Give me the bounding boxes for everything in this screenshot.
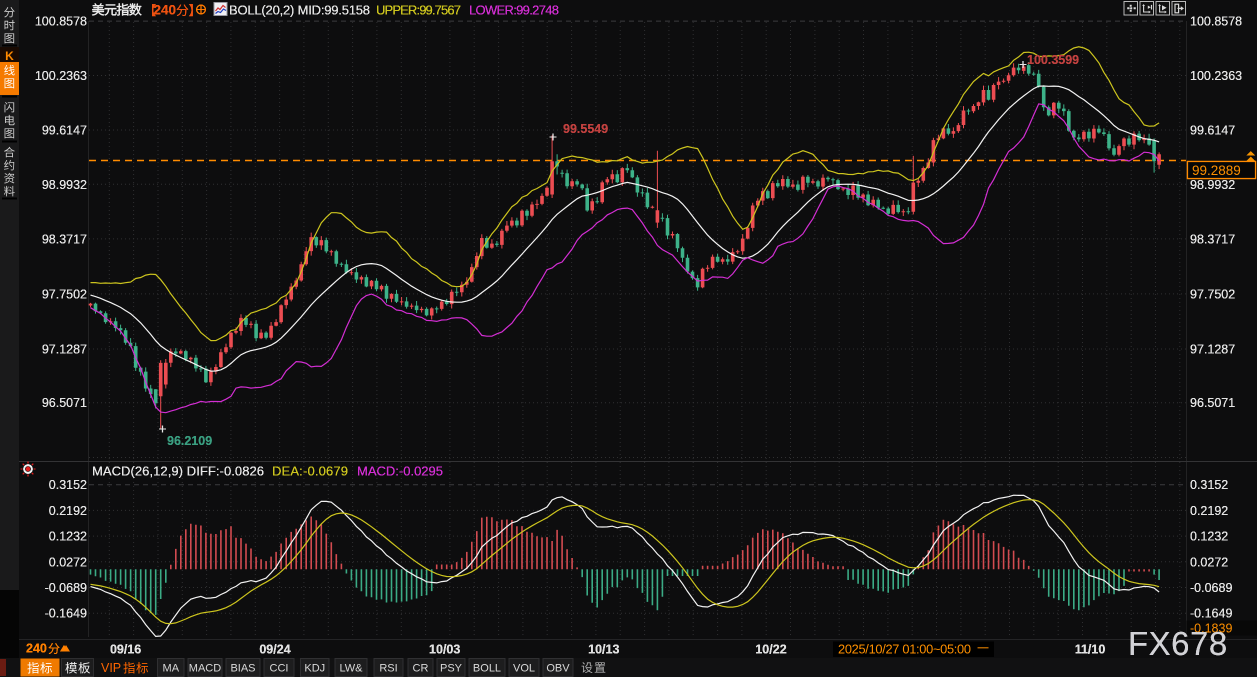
svg-text:240: 240: [26, 642, 47, 656]
svg-text:0.0272: 0.0272: [49, 555, 87, 569]
svg-text:0.1232: 0.1232: [1190, 530, 1228, 544]
svg-text:99.6147: 99.6147: [1190, 124, 1235, 138]
svg-text:MACD:-0.0295: MACD:-0.0295: [357, 464, 443, 479]
svg-text:VIP: VIP: [101, 661, 121, 675]
svg-text:99.5549: 99.5549: [563, 122, 608, 136]
svg-text:100.2363: 100.2363: [35, 69, 87, 83]
svg-text:100.8578: 100.8578: [35, 15, 87, 29]
svg-text:OBV: OBV: [546, 663, 570, 675]
svg-text:09/24: 09/24: [259, 643, 290, 657]
svg-text:99.2889: 99.2889: [1192, 163, 1241, 178]
svg-text:10/03: 10/03: [429, 643, 460, 657]
svg-text:RSI: RSI: [379, 663, 397, 675]
svg-text:LW&: LW&: [339, 663, 363, 675]
svg-text:BOLL: BOLL: [473, 663, 501, 675]
svg-text:96.2109: 96.2109: [167, 434, 212, 448]
svg-text:MACD: MACD: [189, 663, 221, 675]
svg-text:100.2363: 100.2363: [1190, 69, 1242, 83]
svg-text:UPPER:99.7567: UPPER:99.7567: [376, 3, 461, 18]
svg-text:CR: CR: [413, 663, 429, 675]
svg-text:97.7502: 97.7502: [1190, 287, 1235, 301]
svg-text:BOLL(20,2) MID:99.5158: BOLL(20,2) MID:99.5158: [229, 3, 370, 18]
svg-text:BIAS: BIAS: [230, 663, 255, 675]
svg-text:97.1287: 97.1287: [1190, 343, 1235, 357]
svg-text:CCI: CCI: [270, 663, 289, 675]
svg-text:0.2192: 0.2192: [49, 504, 87, 518]
svg-text:LOWER:99.2748: LOWER:99.2748: [469, 3, 559, 18]
svg-text:VOL: VOL: [513, 663, 535, 675]
svg-text:11/10: 11/10: [1075, 643, 1106, 657]
svg-text:97.1287: 97.1287: [42, 343, 87, 357]
svg-text:98.3717: 98.3717: [42, 232, 87, 246]
svg-text:MA: MA: [163, 663, 180, 675]
svg-text:96.5071: 96.5071: [1190, 396, 1235, 410]
svg-text:10/13: 10/13: [588, 643, 619, 657]
svg-text:2025/10/27 01:00~05:00: 2025/10/27 01:00~05:00: [838, 642, 971, 657]
svg-text:KDJ: KDJ: [304, 663, 325, 675]
svg-text:100.3599: 100.3599: [1027, 53, 1079, 67]
svg-text:0.0272: 0.0272: [1190, 555, 1228, 569]
svg-text:-0.1649: -0.1649: [1190, 607, 1232, 621]
svg-text:0.3152: 0.3152: [1190, 478, 1228, 492]
svg-text:-0.0689: -0.0689: [1190, 581, 1232, 595]
svg-text:96.5071: 96.5071: [42, 396, 87, 410]
svg-text:PSY: PSY: [440, 663, 463, 675]
svg-text:0.3152: 0.3152: [49, 478, 87, 492]
svg-text:DEA:-0.0679: DEA:-0.0679: [272, 464, 348, 479]
svg-text:0.2192: 0.2192: [1190, 504, 1228, 518]
svg-text:-0.0689: -0.0689: [45, 581, 87, 595]
svg-text:99.6147: 99.6147: [42, 124, 87, 138]
svg-text:K: K: [5, 49, 14, 63]
svg-text:98.9932: 98.9932: [42, 178, 87, 192]
svg-text:MACD(26,12,9) DIFF:-0.0826: MACD(26,12,9) DIFF:-0.0826: [92, 464, 264, 479]
svg-text:FX678: FX678: [1128, 625, 1228, 662]
svg-text:98.9932: 98.9932: [1190, 178, 1235, 192]
svg-text:-0.1649: -0.1649: [45, 607, 87, 621]
svg-text:09/16: 09/16: [110, 643, 141, 657]
svg-text:0.1232: 0.1232: [49, 530, 87, 544]
svg-text:100.8578: 100.8578: [1190, 15, 1242, 29]
svg-text:10/22: 10/22: [755, 643, 786, 657]
svg-text:98.3717: 98.3717: [1190, 232, 1235, 246]
svg-text:97.7502: 97.7502: [42, 287, 87, 301]
svg-text:240: 240: [154, 3, 177, 18]
